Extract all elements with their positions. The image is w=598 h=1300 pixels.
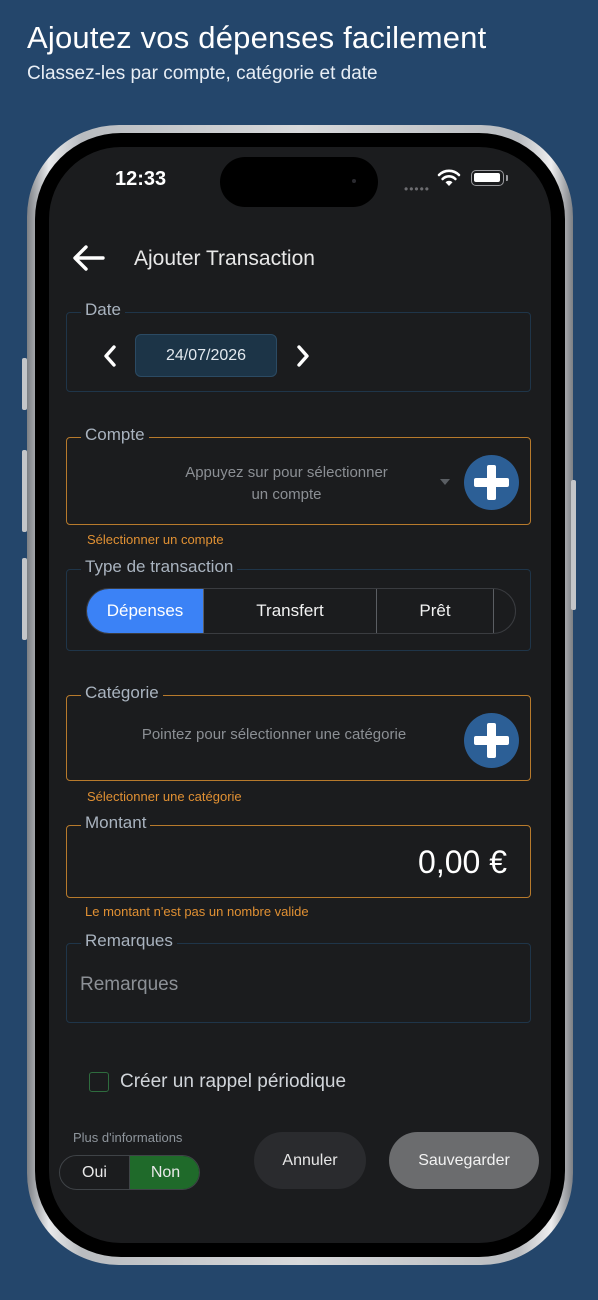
phone-side-button (22, 558, 27, 640)
wifi-icon (437, 169, 461, 186)
transaction-type-segmented: Dépenses Transfert Prêt (86, 588, 516, 634)
remarks-field[interactable]: Remarques Remarques (66, 931, 531, 1023)
chevron-left-icon[interactable] (103, 345, 117, 367)
dynamic-island (220, 157, 378, 207)
category-error: Sélectionner une catégorie (87, 789, 242, 804)
battery-icon (471, 170, 504, 186)
category-placeholder[interactable]: Pointez pour sélectionner une catégorie (109, 726, 439, 743)
date-value[interactable]: 24/07/2026 (135, 334, 277, 377)
account-placeholder-line1: Appuyez sur pour sélectionner (185, 464, 388, 481)
signal-icon: ••••• (404, 182, 431, 196)
battery-tip (506, 175, 508, 181)
battery-level (474, 173, 500, 182)
date-legend: Date (81, 300, 125, 320)
transaction-type-legend: Type de transaction (81, 557, 238, 577)
segment-transfer[interactable]: Transfert (204, 589, 377, 633)
cancel-button[interactable]: Annuler (254, 1132, 366, 1189)
arrow-left-icon[interactable] (71, 242, 107, 274)
promo-subtitle: Classez-les par compte, catégorie et dat… (27, 63, 378, 84)
remarks-legend: Remarques (81, 931, 177, 951)
phone-screen: 12:33 ••••• Ajouter Transaction Date 24/… (49, 147, 551, 1243)
account-placeholder[interactable]: Appuyez sur pour sélectionner un compte (154, 462, 419, 506)
promo-title: Ajoutez vos dépenses facilement (27, 20, 487, 55)
phone-side-button (22, 358, 27, 410)
page-title: Ajouter Transaction (134, 247, 315, 270)
more-info-toggle: Oui Non (59, 1155, 200, 1190)
amount-field[interactable]: Montant 0,00 € (66, 813, 531, 898)
add-account-button[interactable] (464, 455, 519, 510)
reminder-checkbox[interactable] (89, 1072, 109, 1092)
dropdown-caret-icon (440, 479, 450, 485)
category-legend: Catégorie (81, 683, 163, 703)
amount-value[interactable]: 0,00 € (418, 844, 507, 881)
toggle-no[interactable]: Non (130, 1156, 199, 1189)
amount-error: Le montant n'est pas un nombre valide (85, 904, 309, 919)
account-legend: Compte (81, 425, 149, 445)
segment-expenses[interactable]: Dépenses (87, 589, 204, 633)
account-placeholder-line2: un compte (251, 486, 322, 503)
segment-loan[interactable]: Prêt (377, 589, 494, 633)
more-info-label: Plus d'informations (73, 1130, 183, 1145)
add-category-button[interactable] (464, 713, 519, 768)
toggle-yes[interactable]: Oui (60, 1156, 130, 1189)
save-button[interactable]: Sauvegarder (389, 1132, 539, 1189)
chevron-right-icon[interactable] (296, 345, 310, 367)
status-time: 12:33 (115, 168, 167, 190)
camera-dot (352, 179, 356, 183)
remarks-input[interactable]: Remarques (80, 974, 178, 996)
account-error: Sélectionner un compte (87, 532, 224, 547)
amount-legend: Montant (81, 813, 151, 833)
phone-side-button (22, 450, 27, 532)
phone-side-button (571, 480, 576, 610)
reminder-label[interactable]: Créer un rappel périodique (120, 1071, 346, 1093)
